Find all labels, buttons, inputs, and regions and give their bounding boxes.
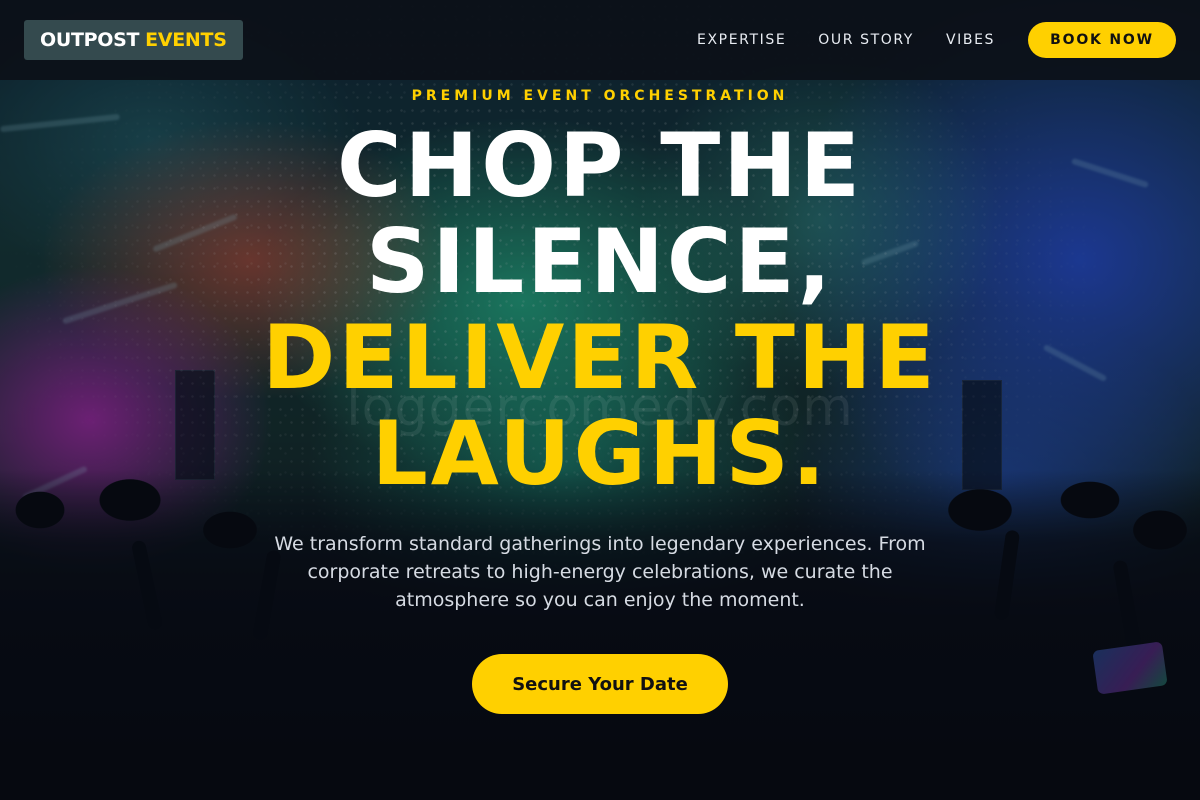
page: loggercomedy.com OUTPOST EVENTS EXPERTIS…: [0, 0, 1200, 800]
headline-line-1: CHOP THE: [337, 114, 863, 217]
nav-link-vibes[interactable]: VIBES: [946, 32, 995, 48]
brand-logo[interactable]: OUTPOST EVENTS: [24, 20, 243, 60]
hero-section: PREMIUM EVENT ORCHESTRATION CHOP THE SIL…: [0, 80, 1200, 800]
headline-line-4: LAUGHS.: [371, 402, 829, 505]
headline-line-3: DELIVER THE: [262, 306, 938, 409]
nav-link-our-story[interactable]: OUR STORY: [818, 32, 914, 48]
top-navbar: OUTPOST EVENTS EXPERTISE OUR STORY VIBES…: [0, 0, 1200, 80]
hero-eyebrow: PREMIUM EVENT ORCHESTRATION: [411, 88, 789, 104]
secure-your-date-button[interactable]: Secure Your Date: [472, 654, 728, 714]
hero-subtext: We transform standard gatherings into le…: [274, 533, 926, 611]
nav-link-expertise[interactable]: EXPERTISE: [697, 32, 786, 48]
hero-headline: CHOP THE SILENCE, DELIVER THE LAUGHS.: [0, 118, 1200, 502]
brand-name-part2: EVENTS: [145, 29, 227, 51]
brand-name-part1: OUTPOST: [40, 29, 140, 51]
nav-links: EXPERTISE OUR STORY VIBES BOOK NOW: [665, 22, 1176, 58]
book-now-button[interactable]: BOOK NOW: [1028, 22, 1176, 58]
headline-line-2: SILENCE,: [365, 210, 835, 313]
hero-cta-wrap: Secure Your Date: [0, 654, 1200, 714]
